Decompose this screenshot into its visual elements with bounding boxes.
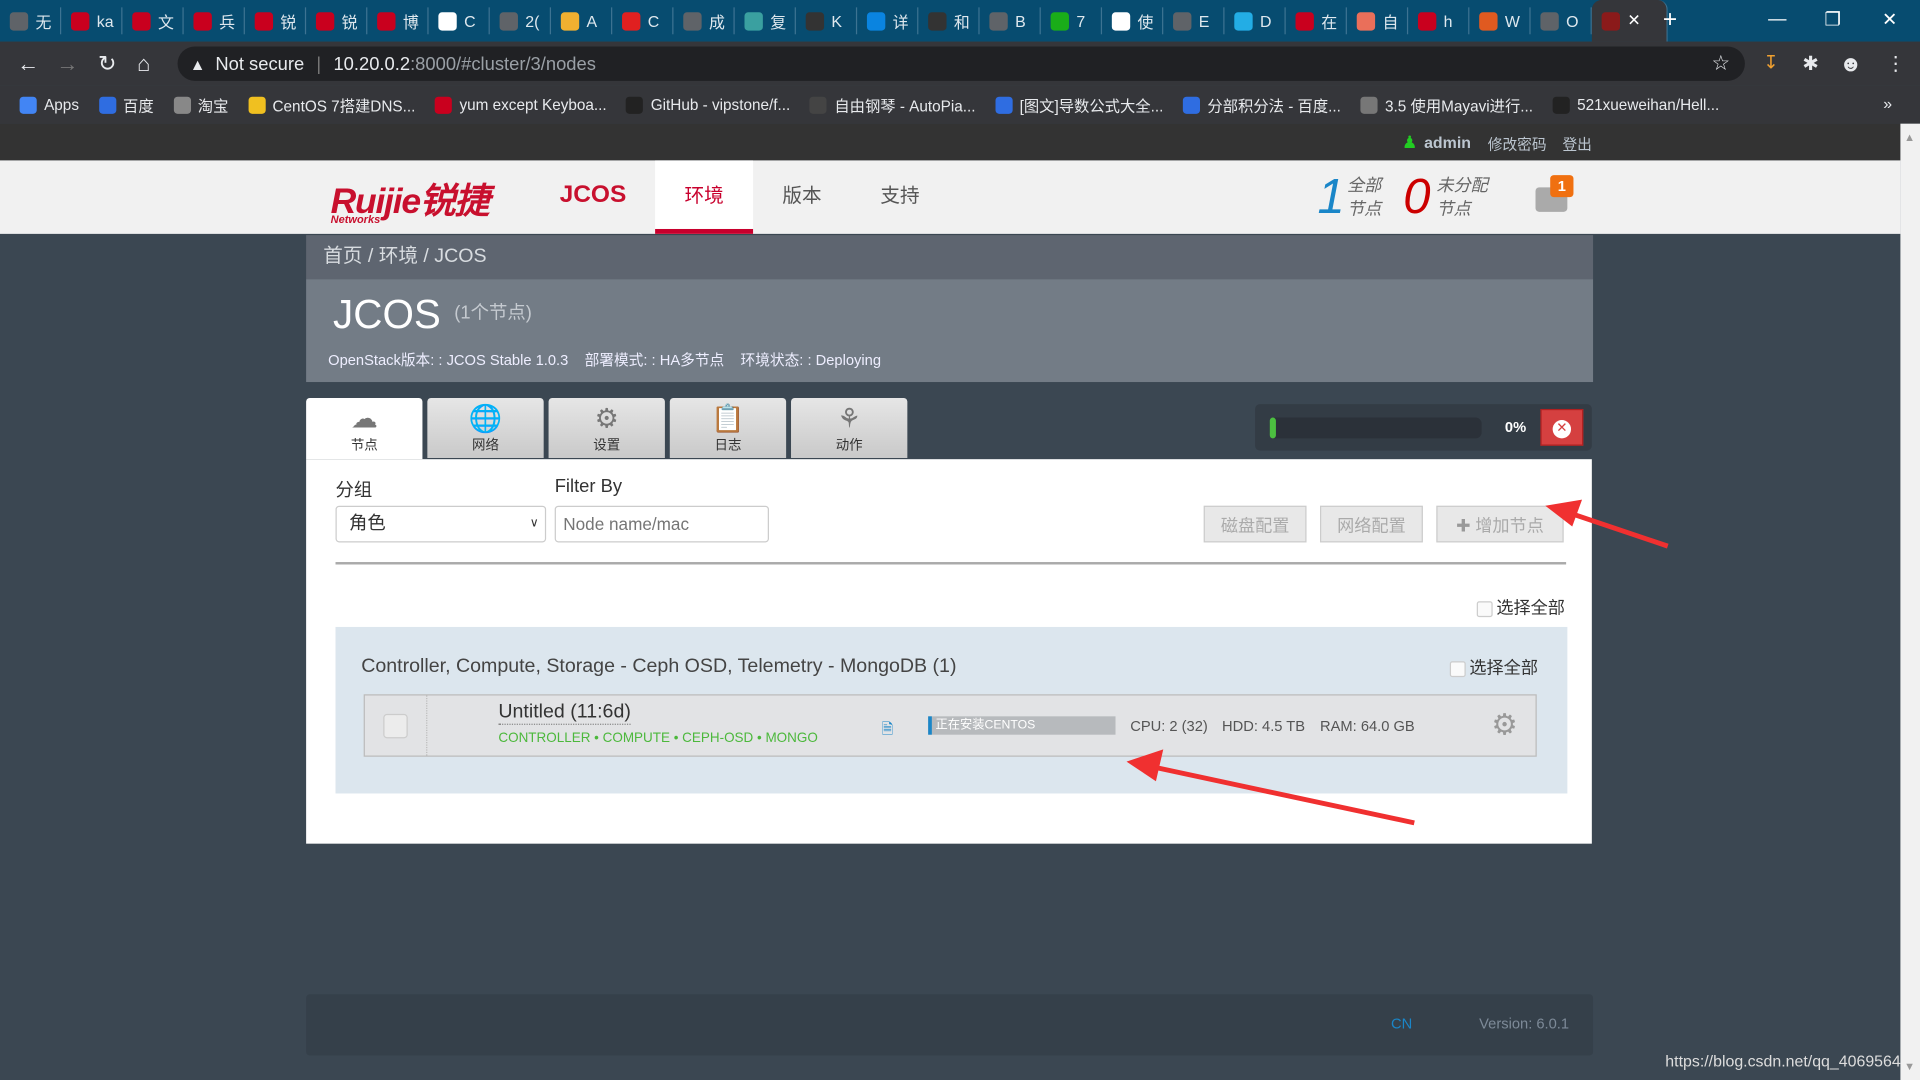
arrow-to-node-status <box>1126 749 1415 826</box>
arrow-to-add-node <box>1545 499 1669 549</box>
screen: 无 ka 文兵锐锐博 C 2(A C 成复 K 详和 B 7 使 E D 在自 h W O ✕ + — ❐ ✕ ← … <box>0 0 1920 1080</box>
annotation-arrows <box>1126 499 1669 826</box>
